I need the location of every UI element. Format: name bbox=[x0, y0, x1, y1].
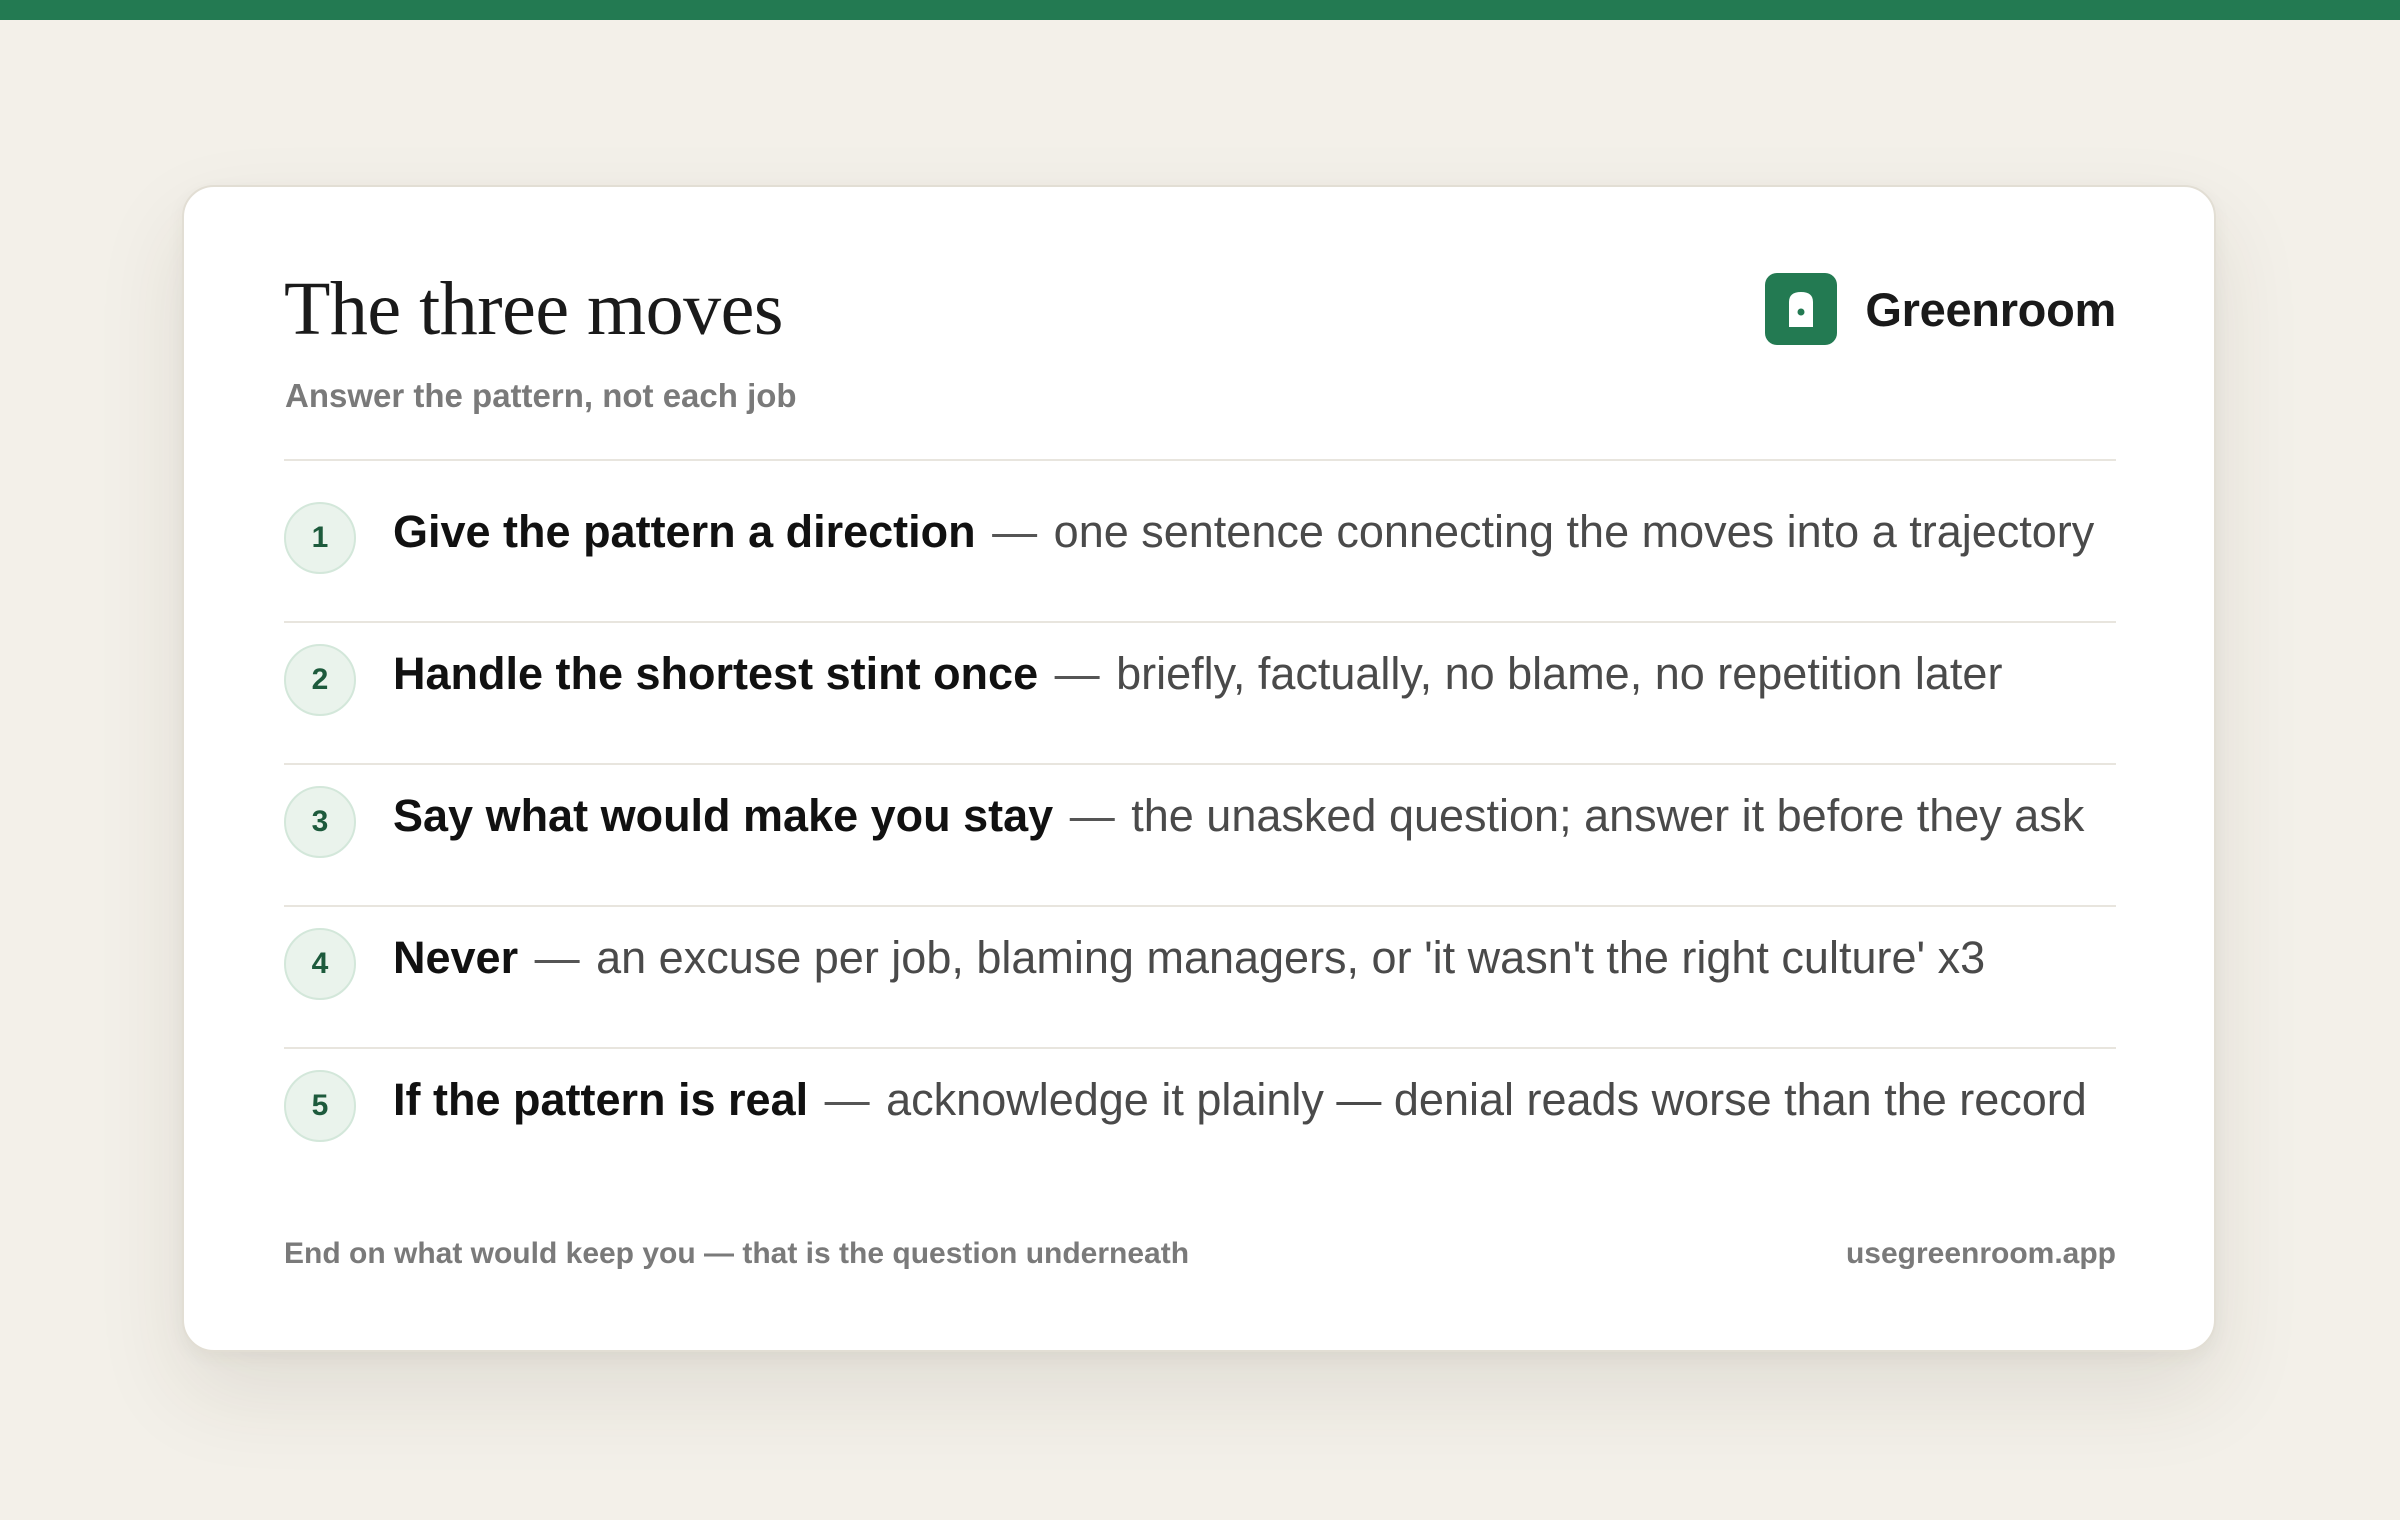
move-text: Say what would make you stay — the unask… bbox=[393, 790, 2084, 842]
separator-dash: — bbox=[992, 506, 1038, 557]
move-detail: one sentence connecting the moves into a… bbox=[1053, 506, 2095, 557]
separator-dash: — bbox=[1069, 790, 1115, 841]
move-headline: If the pattern is real bbox=[393, 1074, 809, 1125]
brand-logo: Greenroom bbox=[1765, 273, 2116, 345]
move-item: 1 Give the pattern a direction — one sen… bbox=[284, 461, 2116, 603]
move-headline: Handle the shortest stint once bbox=[393, 648, 1039, 699]
page-title: The three moves bbox=[284, 267, 783, 351]
move-number-badge: 3 bbox=[284, 786, 356, 858]
move-number-badge: 4 bbox=[284, 928, 356, 1000]
move-item: 2 Handle the shortest stint once — brief… bbox=[284, 603, 2116, 745]
move-text: If the pattern is real — acknowledge it … bbox=[393, 1074, 2087, 1126]
brand-name: Greenroom bbox=[1865, 282, 2116, 336]
move-number-badge: 1 bbox=[284, 502, 356, 574]
separator-dash: — bbox=[1054, 648, 1100, 699]
move-number-badge: 2 bbox=[284, 644, 356, 716]
separator-dash: — bbox=[534, 932, 580, 983]
move-detail: the unasked question; answer it before t… bbox=[1131, 790, 2085, 841]
move-text: Give the pattern a direction — one sente… bbox=[393, 506, 2094, 558]
move-detail: acknowledge it plainly — denial reads wo… bbox=[886, 1074, 2087, 1125]
move-headline: Say what would make you stay bbox=[393, 790, 1054, 841]
move-detail: an excuse per job, blaming managers, or … bbox=[596, 932, 1986, 983]
separator-dash: — bbox=[824, 1074, 870, 1125]
move-detail: briefly, factually, no blame, no repetit… bbox=[1116, 648, 2003, 699]
footer-site-link[interactable]: usegreenroom.app bbox=[1846, 1237, 2116, 1271]
moves-card: The three moves Answer the pattern, not … bbox=[182, 185, 2216, 1352]
top-accent-bar bbox=[0, 0, 2400, 20]
page-subtitle: Answer the pattern, not each job bbox=[285, 377, 797, 414]
footer-note: End on what would keep you — that is the… bbox=[284, 1237, 1190, 1270]
move-number-badge: 5 bbox=[284, 1070, 356, 1142]
door-icon bbox=[1765, 273, 1838, 345]
move-item: 4 Never — an excuse per job, blaming man… bbox=[284, 887, 2116, 1029]
move-text: Handle the shortest stint once — briefly… bbox=[393, 648, 2002, 700]
move-headline: Give the pattern a direction bbox=[393, 506, 976, 557]
move-text: Never — an excuse per job, blaming manag… bbox=[393, 932, 1985, 984]
move-item: 3 Say what would make you stay — the una… bbox=[284, 745, 2116, 887]
move-headline: Never bbox=[393, 932, 519, 983]
move-item: 5 If the pattern is real — acknowledge i… bbox=[284, 1029, 2116, 1171]
